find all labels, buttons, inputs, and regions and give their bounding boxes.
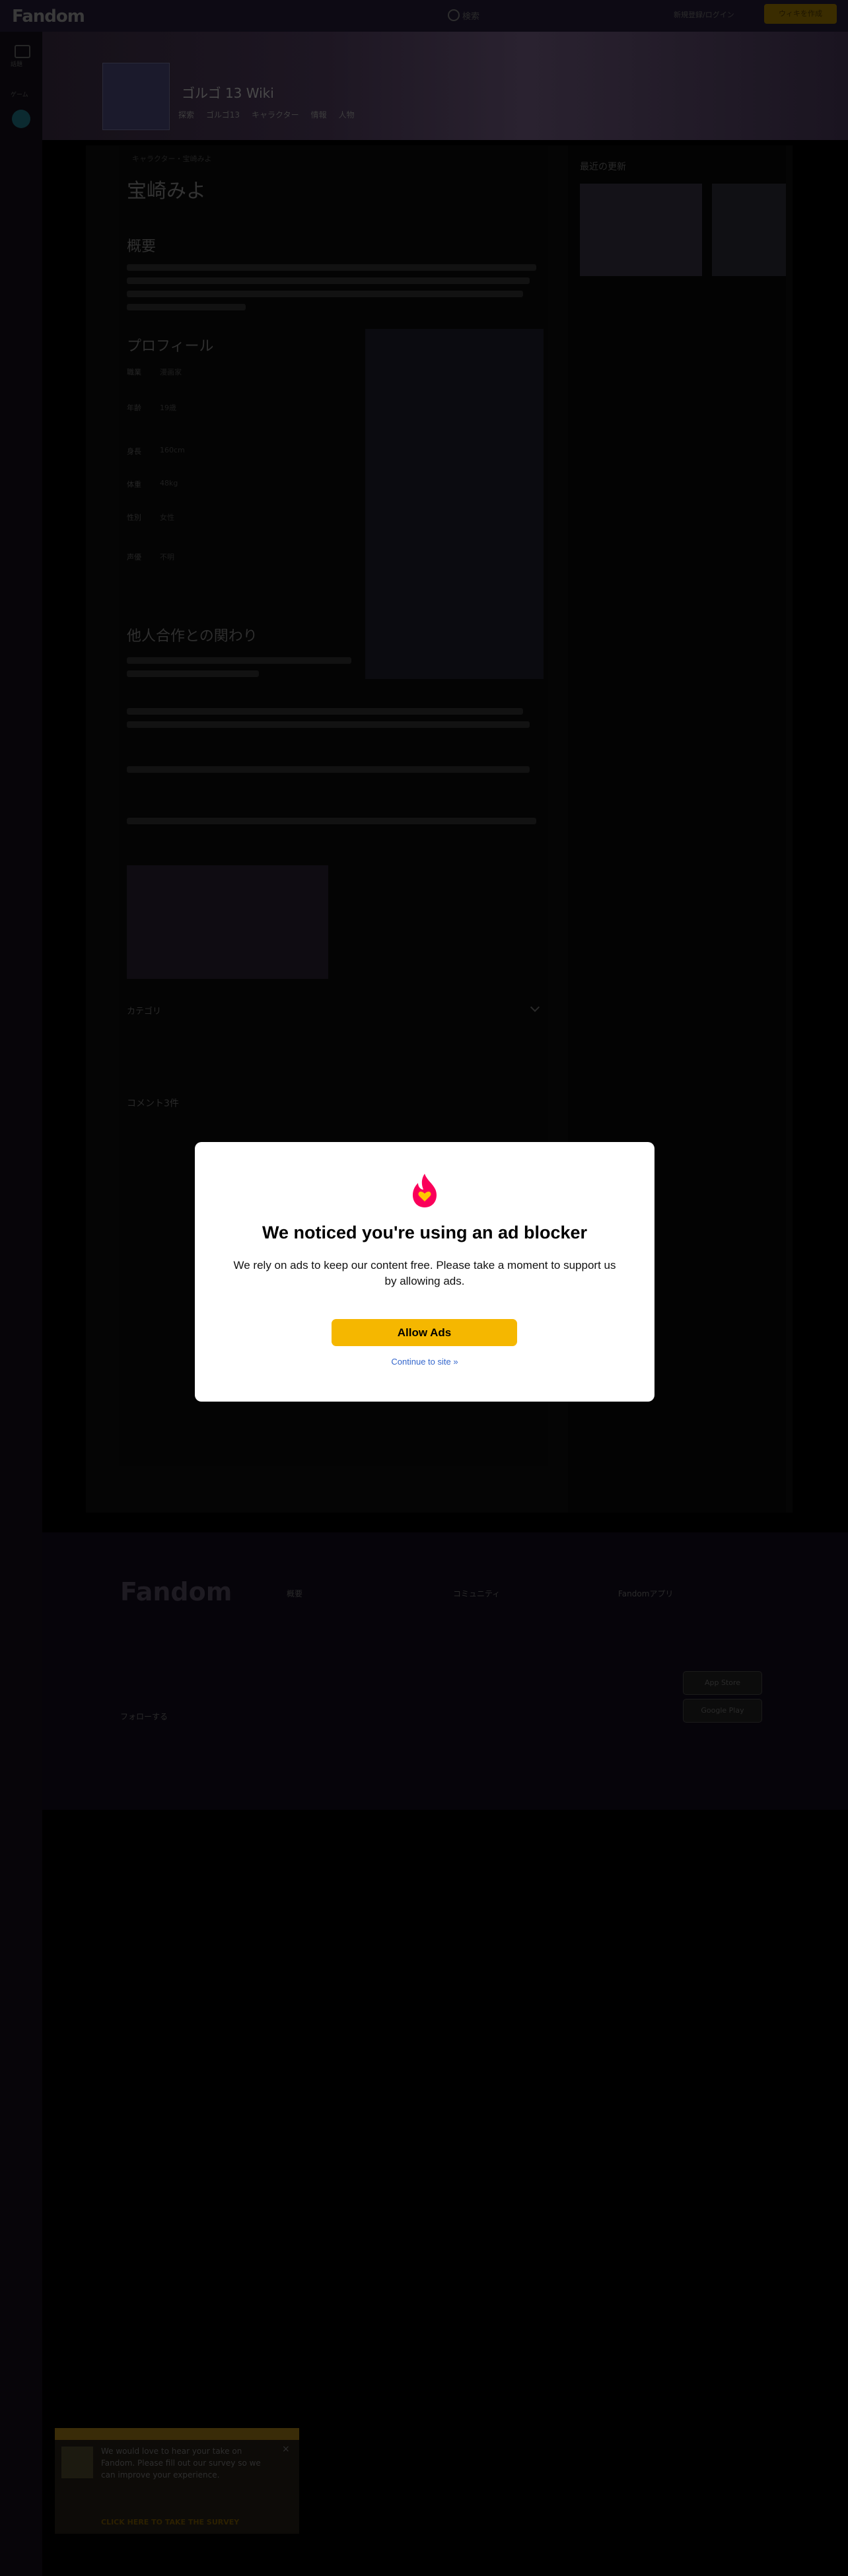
continue-to-site-link[interactable]: Continue to site » [195,1357,654,1367]
fandom-heart-icon [413,1174,437,1207]
adblock-modal: We noticed you're using an ad blocker We… [195,1142,654,1402]
modal-title: We noticed you're using an ad blocker [262,1223,588,1242]
modal-body: We rely on ads to keep our content free.… [233,1259,616,1287]
allow-ads-button[interactable]: Allow Ads [332,1319,517,1346]
